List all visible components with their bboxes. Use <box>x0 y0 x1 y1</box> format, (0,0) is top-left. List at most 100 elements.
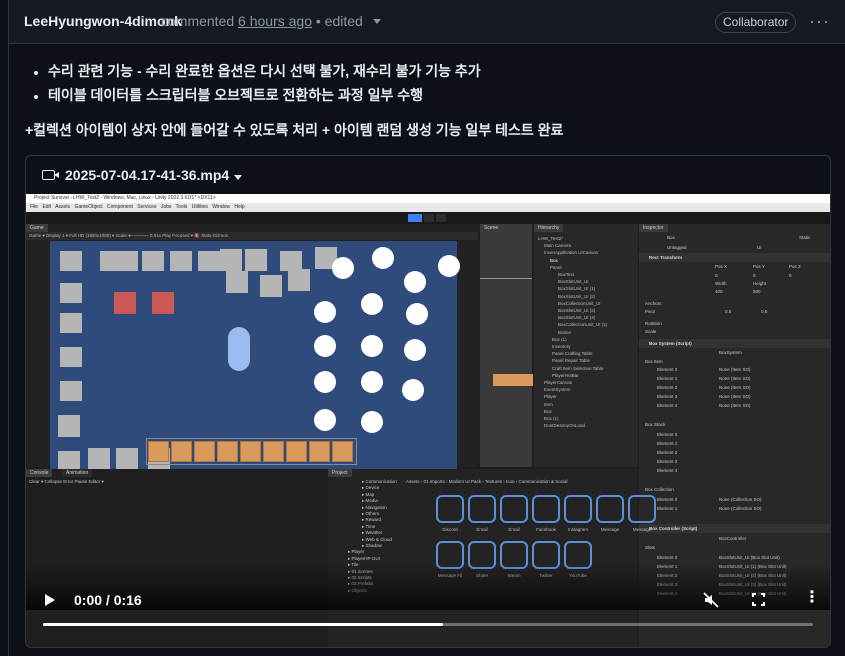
hierarchy-item: Inventory <box>552 344 571 349</box>
edited-label[interactable]: • edited <box>316 13 363 29</box>
pivot-y: 0.5 <box>761 309 768 314</box>
game-tab: Game <box>26 224 48 232</box>
box-system-header: Box System (Script) <box>639 339 830 348</box>
pos-z-label: Pos Z <box>789 264 801 269</box>
project-folder: ▸ Others <box>362 511 380 516</box>
collection-element-0: Element 0 <box>657 497 678 502</box>
hierarchy-item: Player <box>544 394 557 400</box>
muted-speaker-icon[interactable] <box>703 592 719 608</box>
video-file-name[interactable]: 2025-07-04.17-41-36.mp4 <box>65 167 229 183</box>
pivot-x: 0.5 <box>725 309 732 314</box>
box-stack-element: Element 4 <box>657 468 678 473</box>
unity-title-bar: Project Survival - LHW_Test2 - Windows, … <box>26 194 830 203</box>
hierarchy-item: InvenApplication UICanvas <box>544 250 599 256</box>
project-folder: ▸ Map <box>362 491 375 497</box>
hierarchy-item: BoxSlotUnit_UI (1) <box>558 286 596 292</box>
box-item-element: Element 1 <box>657 376 678 381</box>
box-stack-label: Box Stack <box>645 422 666 427</box>
game-toolbar: Game ▾ Display 1 ▾ Full HD (1920x1080) ▾… <box>26 232 478 240</box>
pivot-label: Pivot <box>645 309 656 314</box>
unity-console: Console Animation Clear ▾ Collapse Error… <box>26 469 327 647</box>
project-asset-label: Email <box>476 527 488 532</box>
comment-timestamp[interactable]: 6 hours ago <box>238 13 312 29</box>
edited-dropdown-icon[interactable] <box>372 19 381 24</box>
box-item-element: Element 2 <box>657 385 678 390</box>
box-item-element: Element 3 <box>657 394 678 399</box>
hierarchy-item: BoxCollectionUnit_UI <box>558 300 601 306</box>
pos-x-value: 0 <box>715 273 718 278</box>
chevron-down-icon[interactable] <box>234 175 242 180</box>
inspector-static: Static <box>799 235 811 240</box>
hierarchy-item: LHW_Test2* <box>538 236 564 241</box>
comment-options-icon[interactable]: ··· <box>809 11 830 31</box>
box-item-value: None (Item SO) <box>719 367 751 372</box>
pos-y-label: Pos Y <box>753 264 765 269</box>
fullscreen-icon[interactable] <box>752 593 765 606</box>
play-icon[interactable] <box>45 594 55 606</box>
hierarchy-item: Panel <box>550 264 562 270</box>
project-asset-icon <box>628 495 656 523</box>
unity-scene-view: Scene <box>480 224 533 467</box>
box-stack-element: Element 2 <box>657 450 678 455</box>
box-controller-header: Box Controller (Script) <box>639 524 830 533</box>
comment-action: commented <box>161 13 235 29</box>
collection-value-0: None (Collection SO) <box>719 497 762 502</box>
width-label: Width <box>715 281 727 286</box>
video-header[interactable]: 2025-07-04.17-41-36.mp4 <box>26 156 830 194</box>
author-name[interactable]: LeeHyungwon-4dimonk <box>24 13 182 29</box>
project-tab: Project <box>328 469 352 477</box>
project-asset-label: Message <box>600 527 620 532</box>
project-folder: ▸ Shadow <box>362 543 382 548</box>
project-path: Assets › 01.Imports › Modern UI Pack › T… <box>406 479 568 484</box>
box-collection-label: Box Collection <box>645 487 674 492</box>
scale-label: Scale <box>645 329 657 334</box>
collaborator-badge: Collaborator <box>715 12 797 33</box>
box-item-value: None (Item SO) <box>719 376 751 381</box>
project-asset-label: Facebook <box>536 527 556 532</box>
unity-toolbar <box>26 212 830 224</box>
comment-paragraph: +컬렉션 아이템이 상자 안에 들어갈 수 있도록 처리 + 아이템 랜덤 생성… <box>25 122 564 138</box>
project-folder: ▸ Web & Cloud <box>362 536 392 542</box>
project-folder: ▸ Weather <box>362 530 383 536</box>
hierarchy-item: Main Camera <box>544 243 572 249</box>
slot-element: Element 0 <box>657 555 678 560</box>
unity-project: Project Assets › 01.Imports › Modern UI … <box>328 469 656 647</box>
video-camera-icon <box>42 170 59 180</box>
project-folder: ▸ Media <box>362 498 378 504</box>
video-time: 0:00 / 0:16 <box>74 592 142 608</box>
console-toolbar: Clear ▾ Collapse Error Pause Editor ▾ <box>29 479 104 484</box>
box-controller-script: BoxController <box>719 536 747 541</box>
project-asset-label: Message <box>632 527 652 532</box>
box-stack-element: Element 0 <box>657 432 678 437</box>
project-folder: ▸ Communication <box>362 479 397 484</box>
bullet-item: 테이블 데이터를 스크립터블 오브젝트로 전환하는 과정 일부 수행 <box>48 83 481 107</box>
hierarchy-item: Craft Item Selection Table <box>552 365 604 371</box>
slots-label: Slots <box>645 545 656 550</box>
box-item-element: Element 4 <box>657 403 678 408</box>
anchors-label: Anchors <box>645 301 662 306</box>
hierarchy-item: PlayerCanvas <box>544 380 573 385</box>
project-folder: ▸ Time <box>362 523 376 529</box>
inspector-layer: UI <box>757 245 762 250</box>
vertical-dots-icon[interactable]: ⋮ <box>804 589 820 607</box>
bullet-list: 수리 관련 기능 - 수리 완료한 옵션은 다시 선택 불가, 재수리 불가 기… <box>48 59 481 107</box>
hierarchy-item: Box <box>544 408 552 414</box>
pos-z-value: 0 <box>789 273 792 278</box>
collection-value-1: None (Collection SO) <box>719 506 762 511</box>
unity-game-view: Game Game ▾ Display 1 ▾ Full HD (1920x10… <box>26 224 478 473</box>
unity-pause-button <box>424 214 434 222</box>
video-progress-track[interactable] <box>43 623 813 626</box>
slot-value: BoxSlotUnit_UI (Box Slot Unit) <box>719 555 780 560</box>
animation-tab: Animation <box>62 469 93 477</box>
hierarchy-tab: Hierarchy <box>534 224 564 232</box>
project-asset-label: Discord <box>442 527 458 532</box>
hierarchy-item: Box (1) <box>544 416 559 421</box>
hierarchy-item: Panel Crafting Table <box>552 351 593 357</box>
collection-element-1: Element 1 <box>657 506 678 511</box>
hierarchy-item: BoxSlotUnit_UI (4) <box>558 315 596 321</box>
box-item-value: None (Item SO) <box>719 403 751 408</box>
game-canvas <box>50 241 460 473</box>
unity-hierarchy: Hierarchy LHW_Test2* Main Camera InvenAppl… <box>534 224 638 467</box>
project-asset-icon <box>564 495 592 523</box>
hierarchy-item: Box (1) <box>552 336 567 342</box>
